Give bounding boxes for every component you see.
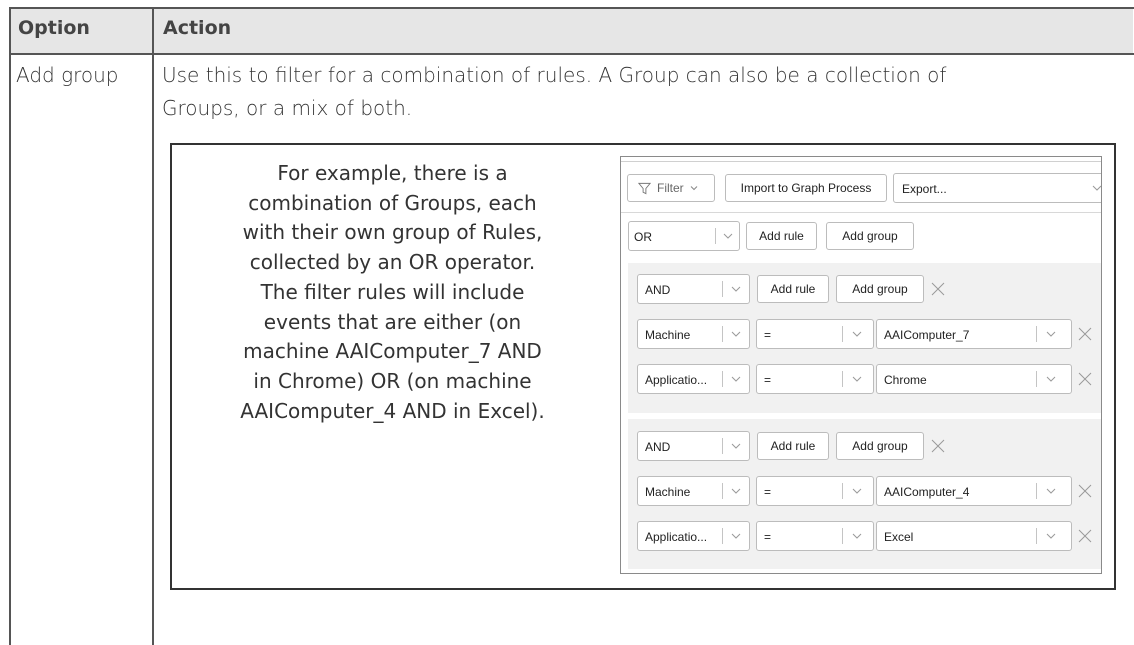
funnel-icon [638,182,651,194]
close-icon[interactable] [929,280,947,298]
example-line: in Chrome) OR (on machine [253,368,532,393]
filter-label: Filter [657,181,684,195]
example-box: For example, there is a combination of G… [170,143,1116,590]
filter-screenshot: Filter Import to Graph Process Export...… [620,156,1102,574]
example-line: events that are either (on [263,309,522,334]
filter-button[interactable]: Filter [627,174,715,202]
table-border-header [10,53,1134,55]
chevron-down-icon [852,376,862,382]
chevron-down-icon [1046,376,1056,382]
header-option: Option [18,17,90,39]
example-line: The filter rules will include [260,279,525,304]
group2-rule1-value-select[interactable]: AAIComputer_4 [876,476,1072,506]
chevron-down-icon [731,443,741,449]
example-line: machine AAIComputer_7 AND [243,339,542,364]
example-line: combination of Groups, each [248,190,537,215]
group1-rule1-value-select[interactable]: AAIComputer_7 [876,319,1072,349]
chevron-down-icon [1092,185,1101,191]
group1-rule2-value-select[interactable]: Chrome [876,364,1072,394]
group2-add-rule-button[interactable]: Add rule [757,432,829,460]
add-group-button[interactable]: Add group [826,222,914,250]
add-rule-button[interactable]: Add rule [746,222,817,250]
close-icon[interactable] [1076,325,1094,343]
close-icon[interactable] [929,437,947,455]
table-border-top [10,7,1134,9]
chevron-down-icon [852,533,862,539]
chevron-down-icon [731,376,741,382]
action-description-line2: Groups, or a mix of both. [162,96,413,120]
group1-add-rule-button[interactable]: Add rule [757,275,829,303]
group1-rule1-field-select[interactable]: Machine [637,319,750,349]
header-action: Action [163,17,232,39]
chevron-down-icon [731,286,741,292]
chevron-down-icon [1046,533,1056,539]
group1-rule2-field-select[interactable]: Applicatio... [637,364,750,394]
chevron-down-icon [731,488,741,494]
group2-rule2-operator-select[interactable]: = [756,521,874,551]
export-value: Export... [902,182,947,196]
table-border-column [152,7,154,645]
example-line: AAIComputer_4 AND in Excel). [240,398,545,423]
close-icon[interactable] [1076,527,1094,545]
close-icon[interactable] [1076,370,1094,388]
example-description: For example, there is a combination of G… [190,159,595,426]
chevron-down-icon [731,331,741,337]
chevron-down-icon [690,186,698,191]
chevron-down-icon [1046,331,1056,337]
close-icon[interactable] [1076,482,1094,500]
group2-rule1-operator-select[interactable]: = [756,476,874,506]
group2-rule2-value-select[interactable]: Excel [876,521,1072,551]
group2-rule1-field-select[interactable]: Machine [637,476,750,506]
group2-operator-select[interactable]: AND [637,431,750,461]
group1-add-group-button[interactable]: Add group [836,275,924,303]
example-line: with their own group of Rules, [242,220,543,245]
chevron-down-icon [852,488,862,494]
options-table: Option Action Add group Use this to filt… [0,0,1134,645]
chevron-down-icon [731,533,741,539]
option-add-group: Add group [16,63,119,87]
root-operator-select[interactable]: OR [628,221,740,251]
import-to-graph-process-button[interactable]: Import to Graph Process [725,174,887,202]
example-line: collected by an OR operator. [249,250,536,275]
group1-rule1-operator-select[interactable]: = [756,319,874,349]
chevron-down-icon [852,331,862,337]
chevron-down-icon [723,233,733,239]
table-border-left [9,7,11,645]
chevron-down-icon [1046,488,1056,494]
group2-rule2-field-select[interactable]: Applicatio... [637,521,750,551]
group1-rule2-operator-select[interactable]: = [756,364,874,394]
action-description-line1: Use this to filter for a combination of … [162,63,947,87]
example-line: For example, there is a [277,161,508,185]
group1-operator-select[interactable]: AND [637,274,750,304]
group2-add-group-button[interactable]: Add group [836,432,924,460]
export-dropdown[interactable]: Export... [893,173,1101,203]
